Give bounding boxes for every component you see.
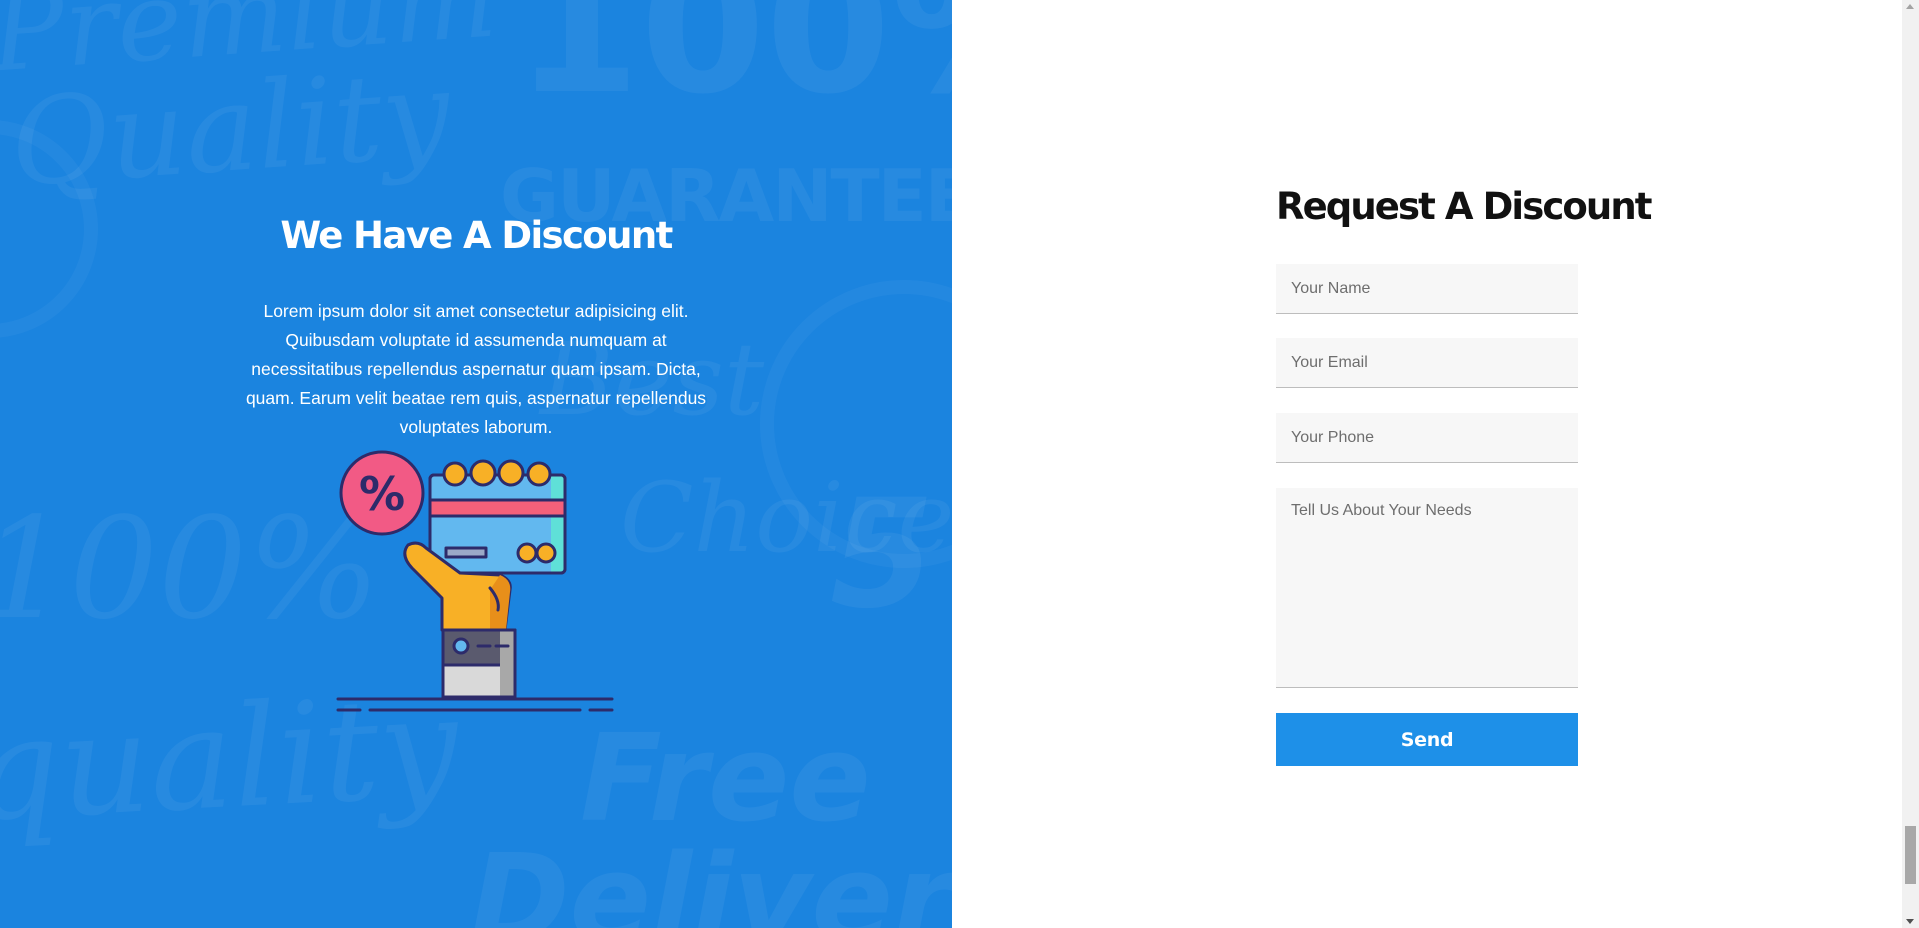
watermark-text: 5	[830, 468, 935, 642]
scrollbar-thumb[interactable]	[1905, 826, 1916, 884]
scroll-down-arrow-icon[interactable]	[1906, 919, 1914, 924]
discount-panel: Premium Quality 100% GUARANTEED Best Cho…	[0, 0, 952, 928]
watermark-text: Free	[580, 710, 871, 849]
watermark-text: 100%	[0, 488, 381, 651]
hand-holding-discount-card-icon: %	[336, 450, 614, 712]
request-form-title: Request A Discount	[1276, 185, 1652, 228]
phone-field[interactable]	[1276, 413, 1578, 463]
svg-text:%: %	[359, 467, 405, 521]
needs-field[interactable]	[1276, 488, 1578, 688]
scroll-up-arrow-icon[interactable]	[1906, 4, 1914, 9]
discount-panel-description: Lorem ipsum dolor sit amet consectetur a…	[245, 301, 707, 437]
email-field[interactable]	[1276, 338, 1578, 388]
name-field[interactable]	[1276, 264, 1578, 314]
send-button[interactable]: Send	[1276, 713, 1578, 766]
watermark-text: 100%	[515, 0, 952, 134]
discount-panel-title: We Have A Discount	[280, 214, 673, 257]
watermark-text: Quality	[5, 44, 455, 215]
page-scrollbar[interactable]	[1902, 0, 1919, 928]
watermark-text: Delivery	[470, 830, 952, 928]
